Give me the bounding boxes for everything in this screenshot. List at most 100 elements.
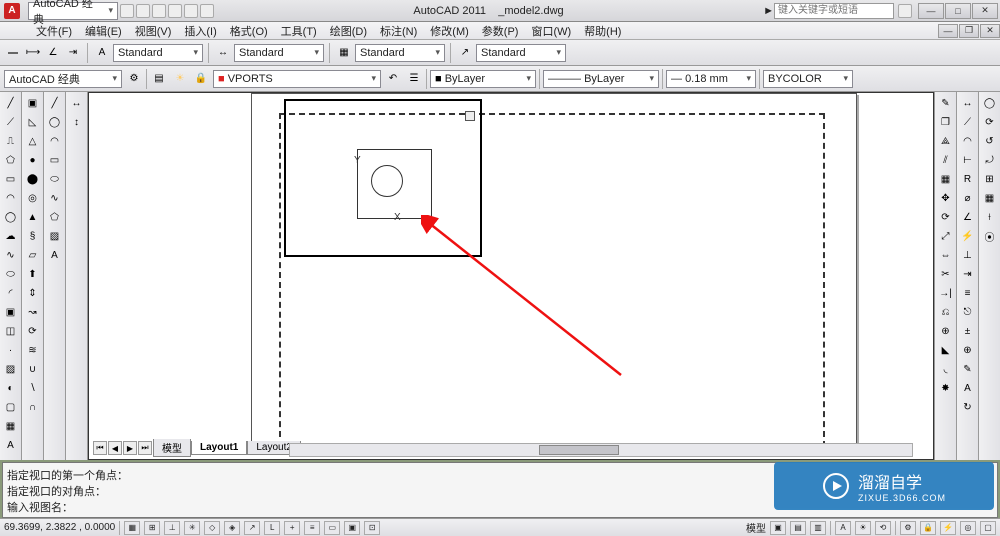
insert-icon[interactable]: ▣: [2, 303, 20, 321]
ellipse-icon[interactable]: ⬭: [2, 265, 20, 283]
tb3-b[interactable]: ◯: [46, 113, 64, 131]
tab-nav-first[interactable]: ⏮: [93, 441, 107, 455]
workspace-combo-2[interactable]: AutoCAD 经典: [4, 70, 122, 88]
dimstyle2-icon[interactable]: ↔: [214, 44, 232, 62]
polar-toggle[interactable]: ✳: [184, 521, 200, 535]
explode-icon[interactable]: ✸: [937, 379, 955, 397]
tpy-toggle[interactable]: ▭: [324, 521, 340, 535]
menu-format[interactable]: 格式(O): [224, 22, 274, 40]
help-icon[interactable]: [898, 4, 912, 18]
box-icon[interactable]: ▣: [24, 94, 42, 112]
dim-update-icon[interactable]: ↻: [959, 398, 977, 416]
tablestyle-combo[interactable]: Standard: [355, 44, 445, 62]
dim-quick-icon[interactable]: ⚡: [959, 227, 977, 245]
tb4-b[interactable]: ↕: [68, 113, 86, 131]
menu-view[interactable]: 视图(V): [129, 22, 178, 40]
gear-icon[interactable]: ⚙: [125, 70, 143, 88]
erase-icon[interactable]: ✎: [937, 94, 955, 112]
menu-insert[interactable]: 插入(I): [178, 22, 222, 40]
3dosnap-toggle[interactable]: ◈: [224, 521, 240, 535]
join-icon[interactable]: ⊕: [937, 322, 955, 340]
dim-space-icon[interactable]: ≡: [959, 284, 977, 302]
arc-icon[interactable]: ◠: [2, 189, 20, 207]
revcloud-icon[interactable]: ☁: [2, 227, 20, 245]
tb3-f[interactable]: ∿: [46, 189, 64, 207]
cylinder-icon[interactable]: ⬤: [24, 170, 42, 188]
polygon-icon[interactable]: ⬠: [2, 151, 20, 169]
mirror-icon[interactable]: ⟁: [937, 132, 955, 150]
sc-toggle[interactable]: ⊡: [364, 521, 380, 535]
menu-window[interactable]: 窗口(W): [525, 22, 577, 40]
table-icon[interactable]: ▦: [2, 417, 20, 435]
torus-icon[interactable]: ◎: [24, 189, 42, 207]
cleanscreen-btn[interactable]: ▢: [980, 521, 996, 535]
modelspace-btn[interactable]: ▣: [770, 521, 786, 535]
break-icon[interactable]: ⎌: [937, 303, 955, 321]
textstyle-icon[interactable]: A: [93, 44, 111, 62]
layer-states-icon[interactable]: ☰: [405, 70, 423, 88]
array-icon[interactable]: ▦: [937, 170, 955, 188]
r3-c[interactable]: ↺: [981, 132, 999, 150]
dim-break-icon[interactable]: ⎋: [959, 303, 977, 321]
tb3-a[interactable]: ╱: [46, 94, 64, 112]
lwt-toggle[interactable]: ≡: [304, 521, 320, 535]
dim-rad-icon[interactable]: R: [959, 170, 977, 188]
menu-draw[interactable]: 绘图(D): [324, 22, 373, 40]
osnap-toggle[interactable]: ◇: [204, 521, 220, 535]
extrude-icon[interactable]: ⬆: [24, 265, 42, 283]
sweep-icon[interactable]: ↝: [24, 303, 42, 321]
isolate-btn[interactable]: ◎: [960, 521, 976, 535]
qat-save-icon[interactable]: [152, 4, 166, 18]
tb3-i[interactable]: A: [46, 246, 64, 264]
menu-param[interactable]: 参数(P): [476, 22, 525, 40]
otrack-toggle[interactable]: ↗: [244, 521, 260, 535]
lineweight-combo[interactable]: — 0.18 mm: [666, 70, 756, 88]
presspull-icon[interactable]: ⇕: [24, 284, 42, 302]
grid-toggle[interactable]: ⊞: [144, 521, 160, 535]
tb4-a[interactable]: ↔: [68, 94, 86, 112]
tab-model[interactable]: 模型: [153, 439, 191, 457]
dimcontinue-icon[interactable]: ⇥: [64, 44, 82, 62]
tolerance-icon[interactable]: ±: [959, 322, 977, 340]
tb3-c[interactable]: ◠: [46, 132, 64, 150]
spline-icon[interactable]: ∿: [2, 246, 20, 264]
layer-combo[interactable]: ■ VPORTS: [213, 70, 381, 88]
r3-e[interactable]: ⊞: [981, 170, 999, 188]
dimangular-icon[interactable]: ∠: [44, 44, 62, 62]
quickview-dwgs[interactable]: ▥: [810, 521, 826, 535]
wedge-icon[interactable]: ◺: [24, 113, 42, 131]
doc-close-button[interactable]: ✕: [980, 24, 1000, 38]
snap-toggle[interactable]: ▦: [124, 521, 140, 535]
ducs-toggle[interactable]: L: [264, 521, 280, 535]
revolve-icon[interactable]: ⟳: [24, 322, 42, 340]
pline-icon[interactable]: ⎍: [2, 132, 20, 150]
circle-icon[interactable]: ◯: [2, 208, 20, 226]
qat-open-icon[interactable]: [136, 4, 150, 18]
layer-manager-icon[interactable]: ▤: [150, 70, 168, 88]
toolbar-lock-btn[interactable]: 🔒: [920, 521, 936, 535]
qat-print-icon[interactable]: [200, 4, 214, 18]
layer-lock-icon[interactable]: 🔒: [192, 70, 210, 88]
trim-icon[interactable]: ✂: [937, 265, 955, 283]
intersect-icon[interactable]: ∩: [24, 398, 42, 416]
dim-cont-icon[interactable]: ⇥: [959, 265, 977, 283]
extend-icon[interactable]: →|: [937, 284, 955, 302]
offset-icon[interactable]: ⫽: [937, 151, 955, 169]
dim-aligned-icon[interactable]: ⟋: [959, 113, 977, 131]
r3-g[interactable]: ⟊: [981, 208, 999, 226]
dim-ang-icon[interactable]: ∠: [959, 208, 977, 226]
menu-help[interactable]: 帮助(H): [578, 22, 627, 40]
mleaderstyle-combo[interactable]: Standard: [476, 44, 566, 62]
dim-ord-icon[interactable]: ⊢: [959, 151, 977, 169]
r3-f[interactable]: ▦: [981, 189, 999, 207]
dim-base-icon[interactable]: ⊥: [959, 246, 977, 264]
chamfer-icon[interactable]: ◣: [937, 341, 955, 359]
ortho-toggle[interactable]: ⊥: [164, 521, 180, 535]
centermark-icon[interactable]: ⊕: [959, 341, 977, 359]
rectangle-icon[interactable]: ▭: [2, 170, 20, 188]
menu-dim[interactable]: 标注(N): [374, 22, 423, 40]
tb3-d[interactable]: ▭: [46, 151, 64, 169]
gradient-icon[interactable]: ◐: [2, 379, 20, 397]
textstyle-combo[interactable]: Standard: [113, 44, 203, 62]
subtract-icon[interactable]: ∖: [24, 379, 42, 397]
